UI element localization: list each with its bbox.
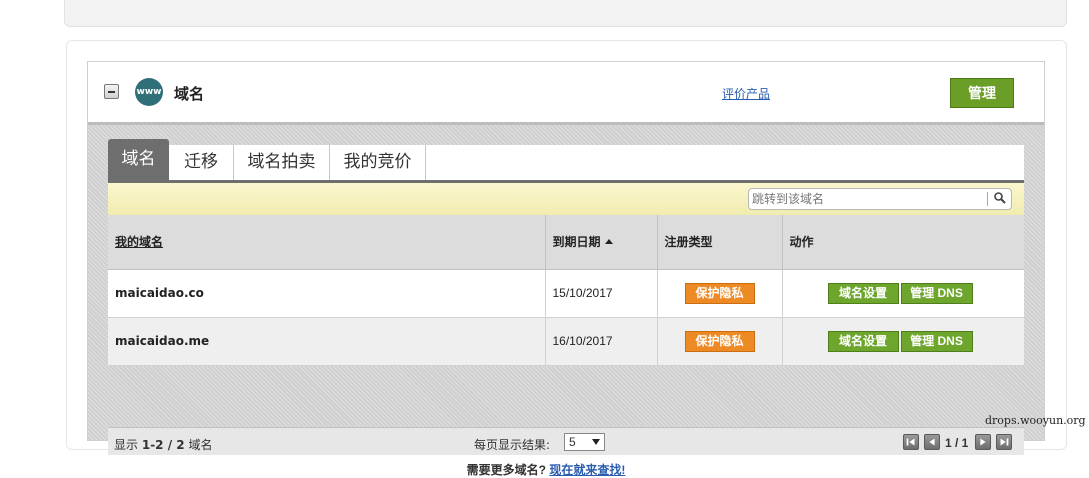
header-registration-type: 注册类型 — [657, 215, 783, 270]
top-card — [64, 0, 1067, 27]
privacy-protect-button[interactable]: 保护隐私 — [684, 282, 755, 304]
sort-asc-icon — [604, 239, 613, 245]
domain-search-box — [748, 188, 1012, 210]
actions-cell: 域名设置 管理 DNS — [782, 269, 1024, 318]
domain-name-cell: maicaidao.co — [108, 269, 546, 318]
domain-settings-button[interactable]: 域名设置 — [827, 282, 899, 304]
header-expiry-date[interactable]: 到期日期 — [545, 215, 658, 270]
more-domains-prompt: 需要更多域名? 现在就来查找! — [88, 461, 1004, 478]
tab-domain-auction[interactable]: 域名拍卖 — [234, 145, 330, 180]
domain-table: 我的域名 到期日期 注册类型 动作 maicaidao.co 15/10/201… — [108, 215, 1024, 366]
domain-search-input[interactable] — [752, 191, 986, 207]
panel-body: 域名 迁移 域名拍卖 我的竞价 我的域名 到期日期 — [88, 122, 1044, 477]
result-count-suffix: 域名 — [188, 438, 213, 452]
header-expiry-label[interactable]: 到期日期 — [553, 235, 601, 249]
table-footer: 显示 1-2 / 2 域名 每页显示结果: 5 1 / 1 — [108, 427, 1024, 455]
domain-settings-button[interactable]: 域名设置 — [827, 330, 899, 352]
search-divider — [987, 192, 988, 206]
manage-dns-button[interactable]: 管理 DNS — [900, 330, 973, 352]
tab-transfer[interactable]: 迁移 — [169, 145, 234, 180]
result-count-range: 1-2 / 2 — [141, 438, 185, 452]
privacy-protect-button[interactable]: 保护隐私 — [684, 330, 755, 352]
panel-title: 域名 — [174, 86, 205, 103]
header-registration-label: 注册类型 — [664, 235, 713, 250]
registration-type-cell: 保护隐私 — [657, 269, 783, 318]
table-row: maicaidao.me 16/10/2017 保护隐私 域名设置 管理 DNS — [108, 317, 1024, 366]
header-actions-label: 动作 — [789, 235, 814, 250]
tab-domains[interactable]: 域名 — [108, 139, 169, 180]
find-now-link[interactable]: 现在就来查找! — [549, 463, 625, 477]
www-icon: www — [135, 78, 163, 106]
panel-header: www 域名 评价产品 管理 — [88, 62, 1044, 122]
domain-panel: www 域名 评价产品 管理 域名 迁移 域名拍卖 我的竞价 跳转到该域名 我的… — [87, 61, 1045, 477]
registration-type-cell: 保护隐私 — [657, 317, 783, 366]
chevron-down-icon — [592, 439, 600, 445]
header-my-domains[interactable]: 我的域名 — [108, 215, 546, 270]
expiry-date-cell: 16/10/2017 — [545, 317, 658, 366]
table-header-row: 我的域名 到期日期 注册类型 动作 — [108, 215, 1024, 270]
tabs-bar: 域名 迁移 域名拍卖 我的竞价 — [108, 139, 1024, 183]
prev-page-icon[interactable] — [924, 434, 940, 450]
manage-dns-button[interactable]: 管理 DNS — [900, 282, 973, 304]
per-page-label: 每页显示结果: — [474, 438, 551, 452]
next-page-icon[interactable] — [975, 434, 991, 450]
collapse-icon[interactable] — [104, 84, 119, 99]
per-page-select[interactable]: 5 — [564, 433, 605, 451]
result-count: 显示 1-2 / 2 域名 — [114, 436, 212, 453]
first-page-icon[interactable] — [903, 434, 919, 450]
header-my-domains-label[interactable]: 我的域名 — [115, 235, 163, 249]
watermark: drops.wooyun.org — [985, 414, 1086, 427]
last-page-icon[interactable] — [996, 434, 1012, 450]
domain-name-cell: maicaidao.me — [108, 317, 546, 366]
more-domains-text: 需要更多域名? — [466, 463, 546, 477]
table-row: maicaidao.co 15/10/2017 保护隐私 域名设置 管理 DNS — [108, 269, 1024, 318]
tab-my-bids[interactable]: 我的竞价 — [330, 145, 426, 180]
per-page-value: 5 — [569, 435, 576, 449]
header-actions: 动作 — [782, 215, 1024, 270]
rate-product-link[interactable]: 评价产品 — [722, 85, 770, 102]
expiry-date-cell: 15/10/2017 — [545, 269, 658, 318]
search-strip — [108, 183, 1024, 215]
actions-cell: 域名设置 管理 DNS — [782, 317, 1024, 366]
search-icon[interactable] — [993, 191, 1007, 205]
manage-button[interactable]: 管理 — [950, 78, 1014, 108]
result-count-prefix: 显示 — [114, 438, 139, 452]
page-indicator: 1 / 1 — [945, 436, 969, 450]
